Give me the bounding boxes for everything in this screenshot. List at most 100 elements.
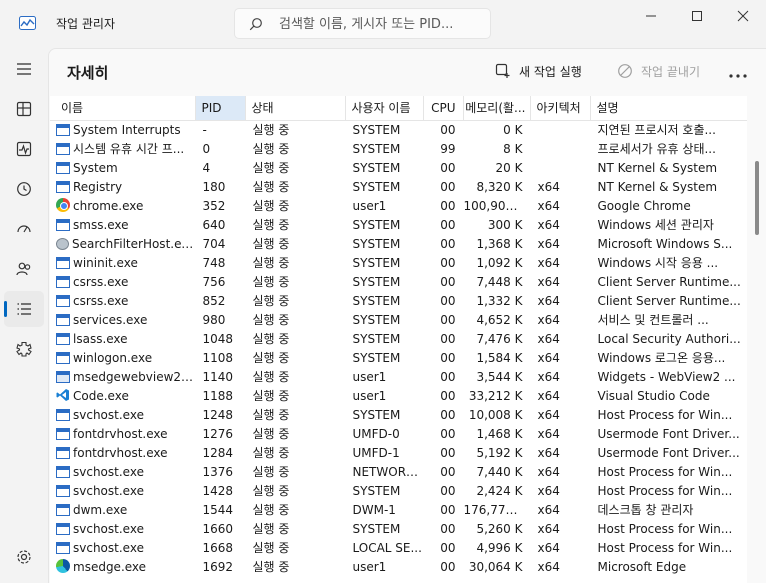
cell-architecture: x64 [537,426,560,441]
cell-description: Client Server Runtime... [597,293,741,308]
cell-name: wininit.exe [50,253,195,272]
cell-name: smss.exe [50,215,195,234]
cell-memory: 4,652 K [476,312,523,327]
cell-pid: 1660 [202,521,234,536]
cell-cpu: 00 [440,312,456,327]
cell-pid: 748 [202,255,226,270]
nav-services[interactable] [4,331,44,367]
process-name: lsass.exe [73,331,128,346]
vertical-scrollbar[interactable] [755,161,759,235]
cell-architecture [530,120,590,139]
process-table-body: System Interrupts - 실행 중 SYSTEM 00 0 K 지연된 프로시… [50,120,747,576]
table-row[interactable]: svchost.exe 1248 실행 중 SYSTEM 00 10,008 K x64 Ho… [50,405,747,424]
cell-status: 실행 중 [252,332,290,346]
process-name: services.exe [73,312,148,327]
nav-menu-button[interactable] [4,51,44,87]
cell-memory: 1,584 K [476,350,523,365]
cell-memory: 30,064 K [468,559,523,574]
application-icon [56,218,70,231]
nav-processes[interactable] [4,91,44,127]
cell-architecture: x64 [537,369,560,384]
nav-performance[interactable] [4,131,44,167]
cell-name: svchost.exe [50,519,195,538]
search-input[interactable] [279,15,479,33]
close-button[interactable] [720,0,766,32]
table-row[interactable]: wininit.exe 748 실행 중 SYSTEM 00 1,092 K x64 Wind… [50,253,747,272]
table-row[interactable]: services.exe 980 실행 중 SYSTEM 00 4,652 K x64 서비스… [50,310,747,329]
column-header-memory[interactable]: 메모리(활... [463,96,531,121]
table-row[interactable]: SearchFilterHost.exe 704 실행 중 SYSTEM 00 1,368… [50,234,747,253]
column-header-cpu[interactable]: CPU [423,96,464,121]
table-row[interactable]: Registry 180 실행 중 SYSTEM 00 8,320 K x64 NT Kern… [50,177,747,196]
column-header-pid[interactable]: ^ PID [195,96,246,121]
nav-settings[interactable] [4,539,44,575]
table-row[interactable]: svchost.exe 1376 실행 중 NETWORK... 00 7,440 K x6… [50,462,747,481]
process-name: svchost.exe [73,540,144,555]
column-header-status[interactable]: 상태 [245,96,346,121]
more-options-button[interactable] [729,63,751,78]
cell-pid: 180 [202,179,226,194]
cell-pid: 1248 [202,407,234,422]
application-icon [56,351,70,364]
column-header-architecture[interactable]: 아키텍처 [530,96,591,121]
table-row[interactable]: csrss.exe 756 실행 중 SYSTEM 00 7,448 K x64 Client… [50,272,747,291]
cell-description: NT Kernel & System [597,160,718,175]
application-icon [56,522,70,535]
cell-cpu: 00 [440,179,456,194]
cell-user: SYSTEM [352,179,401,194]
table-row[interactable]: System Interrupts - 실행 중 SYSTEM 00 0 K 지연된 프로시… [50,120,747,139]
cell-memory: 5,192 K [476,445,523,460]
search-box[interactable] [234,8,491,39]
cell-user: SYSTEM [352,122,401,137]
cell-memory: 4,996 K [476,540,523,555]
cell-user: SYSTEM [352,331,401,346]
table-row[interactable]: System 4 실행 중 SYSTEM 00 20 K NT Kernel & Syste… [50,158,747,177]
nav-app-history[interactable] [4,171,44,207]
cell-architecture: x64 [537,274,560,289]
table-row[interactable]: smss.exe 640 실행 중 SYSTEM 00 300 K x64 Windows 세… [50,215,747,234]
cell-memory: 7,440 K [476,464,523,479]
table-row[interactable]: winlogon.exe 1108 실행 중 SYSTEM 00 1,584 K x64 Wi… [50,348,747,367]
cell-status: 실행 중 [252,123,290,138]
end-task-button[interactable]: 작업 끝내기 [617,61,700,81]
table-row[interactable]: dwm.exe 1544 실행 중 DWM-1 00 176,776 K x64 데스크톱 창… [50,500,747,519]
nav-users[interactable] [4,251,44,287]
table-row[interactable]: fontdrvhost.exe 1276 실행 중 UMFD-0 00 1,468 K x6… [50,424,747,443]
run-new-task-button[interactable]: 새 작업 실행 [495,61,582,81]
cell-description: Host Process for Win... [597,540,733,555]
users-icon [16,262,31,276]
cell-name: winlogon.exe [50,348,195,367]
table-row[interactable]: msedgewebview2.exe 1140 실행 중 user1 00 3,544 K… [50,367,747,386]
cell-cpu: 00 [440,122,456,137]
table-row[interactable]: fontdrvhost.exe 1284 실행 중 UMFD-1 00 5,192 K x6… [50,443,747,462]
maximize-button[interactable] [674,0,720,32]
application-icon [56,332,70,345]
column-header-name[interactable]: 이름 [50,96,196,121]
table-row[interactable]: svchost.exe 1668 실행 중 LOCAL SE... 00 4,996 K x… [50,538,747,557]
table-row[interactable]: csrss.exe 852 실행 중 SYSTEM 00 1,332 K x64 Client… [50,291,747,310]
table-row[interactable]: chrome.exe 352 실행 중 user1 00 100,904 K x64 Goog… [50,196,747,215]
nav-startup-apps[interactable] [4,211,44,247]
table-row[interactable]: 시스템 유휴 시간 프... 0 실행 중 SYSTEM 99 8 K 프로세서가 유휴 상… [50,139,747,158]
cell-name: svchost.exe [50,462,195,481]
process-name: System [73,160,118,175]
cell-user: DWM-1 [352,502,396,517]
cell-status: 실행 중 [252,351,290,365]
table-row[interactable]: msedge.exe 1692 실행 중 user1 00 30,064 K x64 Micr… [50,557,747,576]
edge-icon [56,559,70,573]
cell-memory: 1,332 K [476,293,523,308]
cell-architecture [530,158,590,177]
nav-details[interactable] [4,291,44,327]
column-header-user[interactable]: 사용자 이름 [345,96,424,121]
cell-cpu: 00 [440,483,456,498]
table-row[interactable]: svchost.exe 1428 실행 중 SYSTEM 00 2,424 K x64 Hos… [50,481,747,500]
column-header-description[interactable]: 설명 [590,96,747,121]
process-name: System Interrupts [73,122,181,137]
table-row[interactable]: lsass.exe 1048 실행 중 SYSTEM 00 7,476 K x64 Local… [50,329,747,348]
cell-cpu: 00 [440,217,456,232]
cell-status: 실행 중 [252,522,290,536]
table-row[interactable]: Code.exe 1188 실행 중 user1 00 33,212 K x64 Visual… [50,386,747,405]
cell-status: 실행 중 [252,465,290,479]
table-row[interactable]: svchost.exe 1660 실행 중 SYSTEM 00 5,260 K x64 Hos… [50,519,747,538]
minimize-button[interactable] [628,0,674,32]
